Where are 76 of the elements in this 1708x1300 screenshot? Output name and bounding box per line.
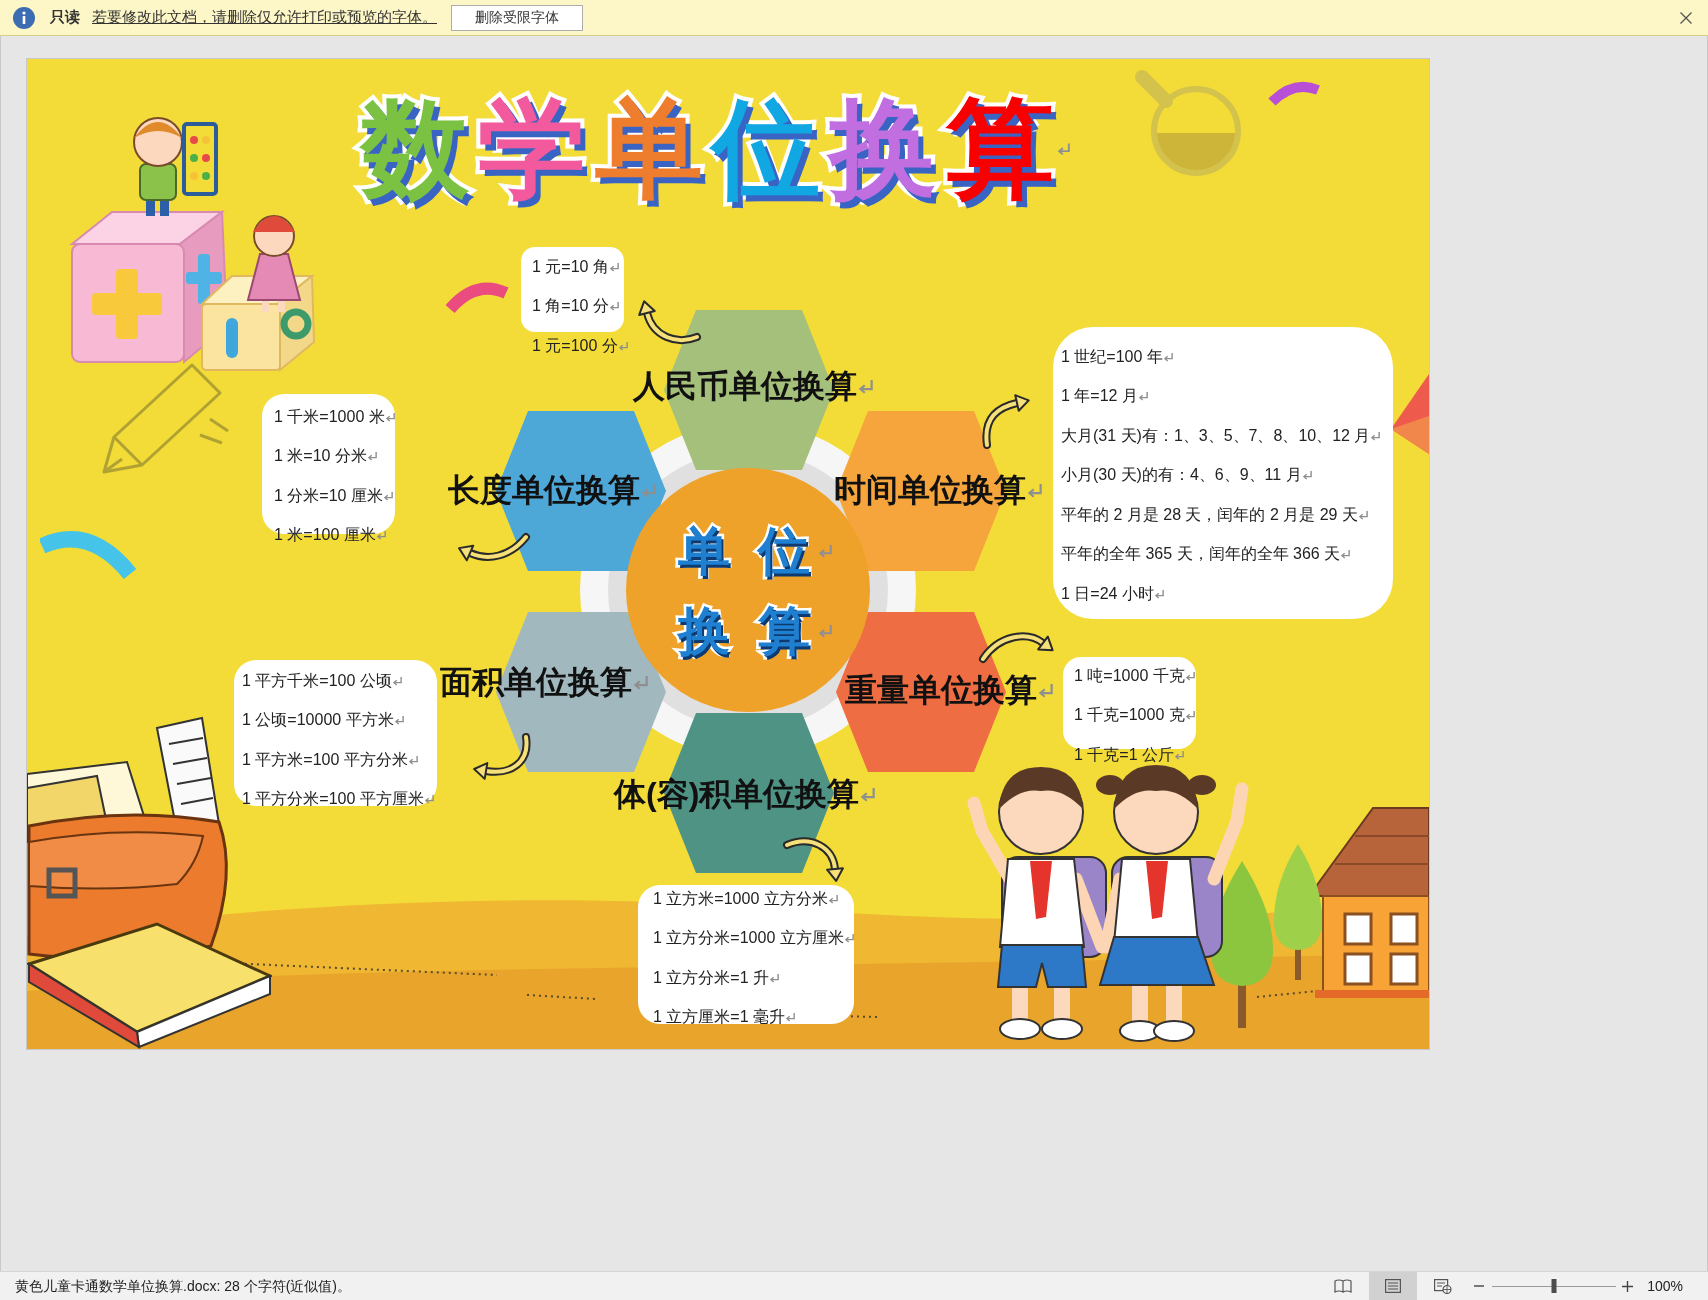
paragraph-mark-icon — [408, 754, 418, 765]
paragraph-mark-icon — [1154, 588, 1164, 599]
print-layout-button[interactable] — [1369, 1272, 1418, 1300]
zoom-level-text: 100% — [1647, 1276, 1683, 1296]
fact-text: 平年的 2 月是 28 天，闰年的 2 月是 29 天 — [1061, 504, 1358, 525]
fact-text: 1 吨=1000 千克 — [1074, 665, 1185, 686]
brush-stroke-drawing — [446, 279, 510, 313]
paragraph-mark-icon — [770, 972, 780, 983]
fact-text: 1 年=12 月 — [1061, 386, 1138, 407]
paragraph-mark-icon — [367, 451, 377, 462]
document-icon — [1385, 1279, 1402, 1293]
readonly-label: 只读 — [50, 7, 80, 28]
paragraph-mark-icon — [859, 378, 873, 394]
fact-text: 1 立方分米=1 升 — [653, 967, 770, 988]
fact-text: 1 立方厘米=1 毫升 — [653, 1007, 786, 1028]
fact-text: 1 元=10 角 — [532, 256, 609, 277]
fact-text: 1 分米=10 厘米 — [274, 485, 383, 506]
fact-text: 1 元=100 分 — [532, 335, 618, 356]
paragraph-mark-icon — [1138, 391, 1148, 402]
status-text: 黄色儿童卡通数学单位换算.docx: 28 个字符(近似值)。 — [15, 1276, 352, 1296]
plus-icon[interactable] — [1622, 1280, 1634, 1292]
fact-text: 1 千克=1 公斤 — [1074, 744, 1175, 765]
paragraph-mark-icon — [1175, 749, 1185, 760]
fact-text: 1 日=24 小时 — [1061, 583, 1154, 604]
fact-text: 1 平方千米=100 公顷 — [242, 670, 392, 691]
paragraph-mark-icon — [609, 301, 619, 312]
web-page-icon — [1434, 1278, 1453, 1294]
minus-icon[interactable] — [1474, 1285, 1485, 1287]
paragraph-mark-icon — [1358, 509, 1368, 520]
paragraph-mark-icon — [844, 933, 854, 944]
paragraph-mark-icon — [861, 786, 876, 802]
paragraph-mark-icon — [618, 340, 628, 351]
message-link[interactable]: 若要修改此文档，请删除仅允许打印或预览的字体。 — [92, 6, 437, 29]
paragraph-mark-icon — [383, 490, 393, 501]
paragraph-mark-icon — [1185, 670, 1195, 681]
fact-text: 1 平方米=100 平方分米 — [242, 749, 408, 770]
center-text: 单 位 — [677, 521, 818, 582]
paragraph-mark-icon — [376, 530, 386, 541]
fact-text: 小月(30 天)的有：4、6、9、11 月 — [1061, 465, 1302, 486]
info-icon — [13, 6, 35, 29]
fact-text: 1 世纪=100 年 — [1061, 346, 1163, 367]
paragraph-mark-icon — [424, 794, 434, 805]
fact-text: 大月(31 天)有：1、3、5、7、8、10、12 月 — [1061, 425, 1371, 446]
paragraph-mark-icon — [642, 482, 656, 498]
topic-label: 重量单位换算 — [845, 671, 1037, 710]
topic-label: 人民币单位换算 — [633, 367, 857, 406]
fact-text: 1 公顷=10000 平方米 — [242, 710, 394, 731]
paragraph-mark-icon — [1371, 430, 1381, 441]
paragraph-mark-icon — [1302, 470, 1312, 481]
fact-text: 1 立方分米=1000 立方厘米 — [653, 928, 844, 949]
paragraph-mark-icon — [828, 893, 838, 904]
fact-text: 1 立方米=1000 立方分米 — [653, 888, 828, 909]
fact-text: 平年的全年 365 天，闰年的全年 366 天 — [1061, 544, 1341, 565]
paragraph-mark-icon — [819, 623, 833, 639]
fact-text: 1 千米=1000 米 — [274, 406, 385, 427]
center-text: 换 算 — [677, 601, 818, 662]
paragraph-mark-icon — [385, 411, 395, 422]
paragraph-mark-icon — [1039, 682, 1053, 698]
paragraph-mark-icon — [392, 675, 402, 686]
remove-fonts-button[interactable]: 删除受限字体 — [451, 4, 583, 31]
fact-text: 1 千克=1000 克 — [1074, 705, 1185, 726]
paragraph-mark-icon — [1163, 351, 1173, 362]
paragraph-mark-icon — [1028, 482, 1042, 498]
paragraph-mark-icon — [819, 543, 833, 559]
paragraph-mark-icon — [1185, 710, 1195, 721]
fact-text: 1 米=10 分米 — [274, 446, 367, 467]
paragraph-mark-icon — [1341, 549, 1351, 560]
open-book-icon — [1334, 1279, 1353, 1293]
slider-thumb[interactable] — [1551, 1279, 1557, 1293]
paragraph-mark-icon — [786, 1012, 796, 1023]
close-icon[interactable] — [1680, 11, 1692, 24]
fact-text: 1 角=10 分 — [532, 296, 609, 317]
paragraph-mark-icon — [634, 674, 648, 690]
paragraph-mark-icon — [609, 261, 619, 272]
paragraph-mark-icon — [394, 715, 404, 726]
fact-text: 1 平方分米=100 平方厘米 — [242, 789, 424, 810]
